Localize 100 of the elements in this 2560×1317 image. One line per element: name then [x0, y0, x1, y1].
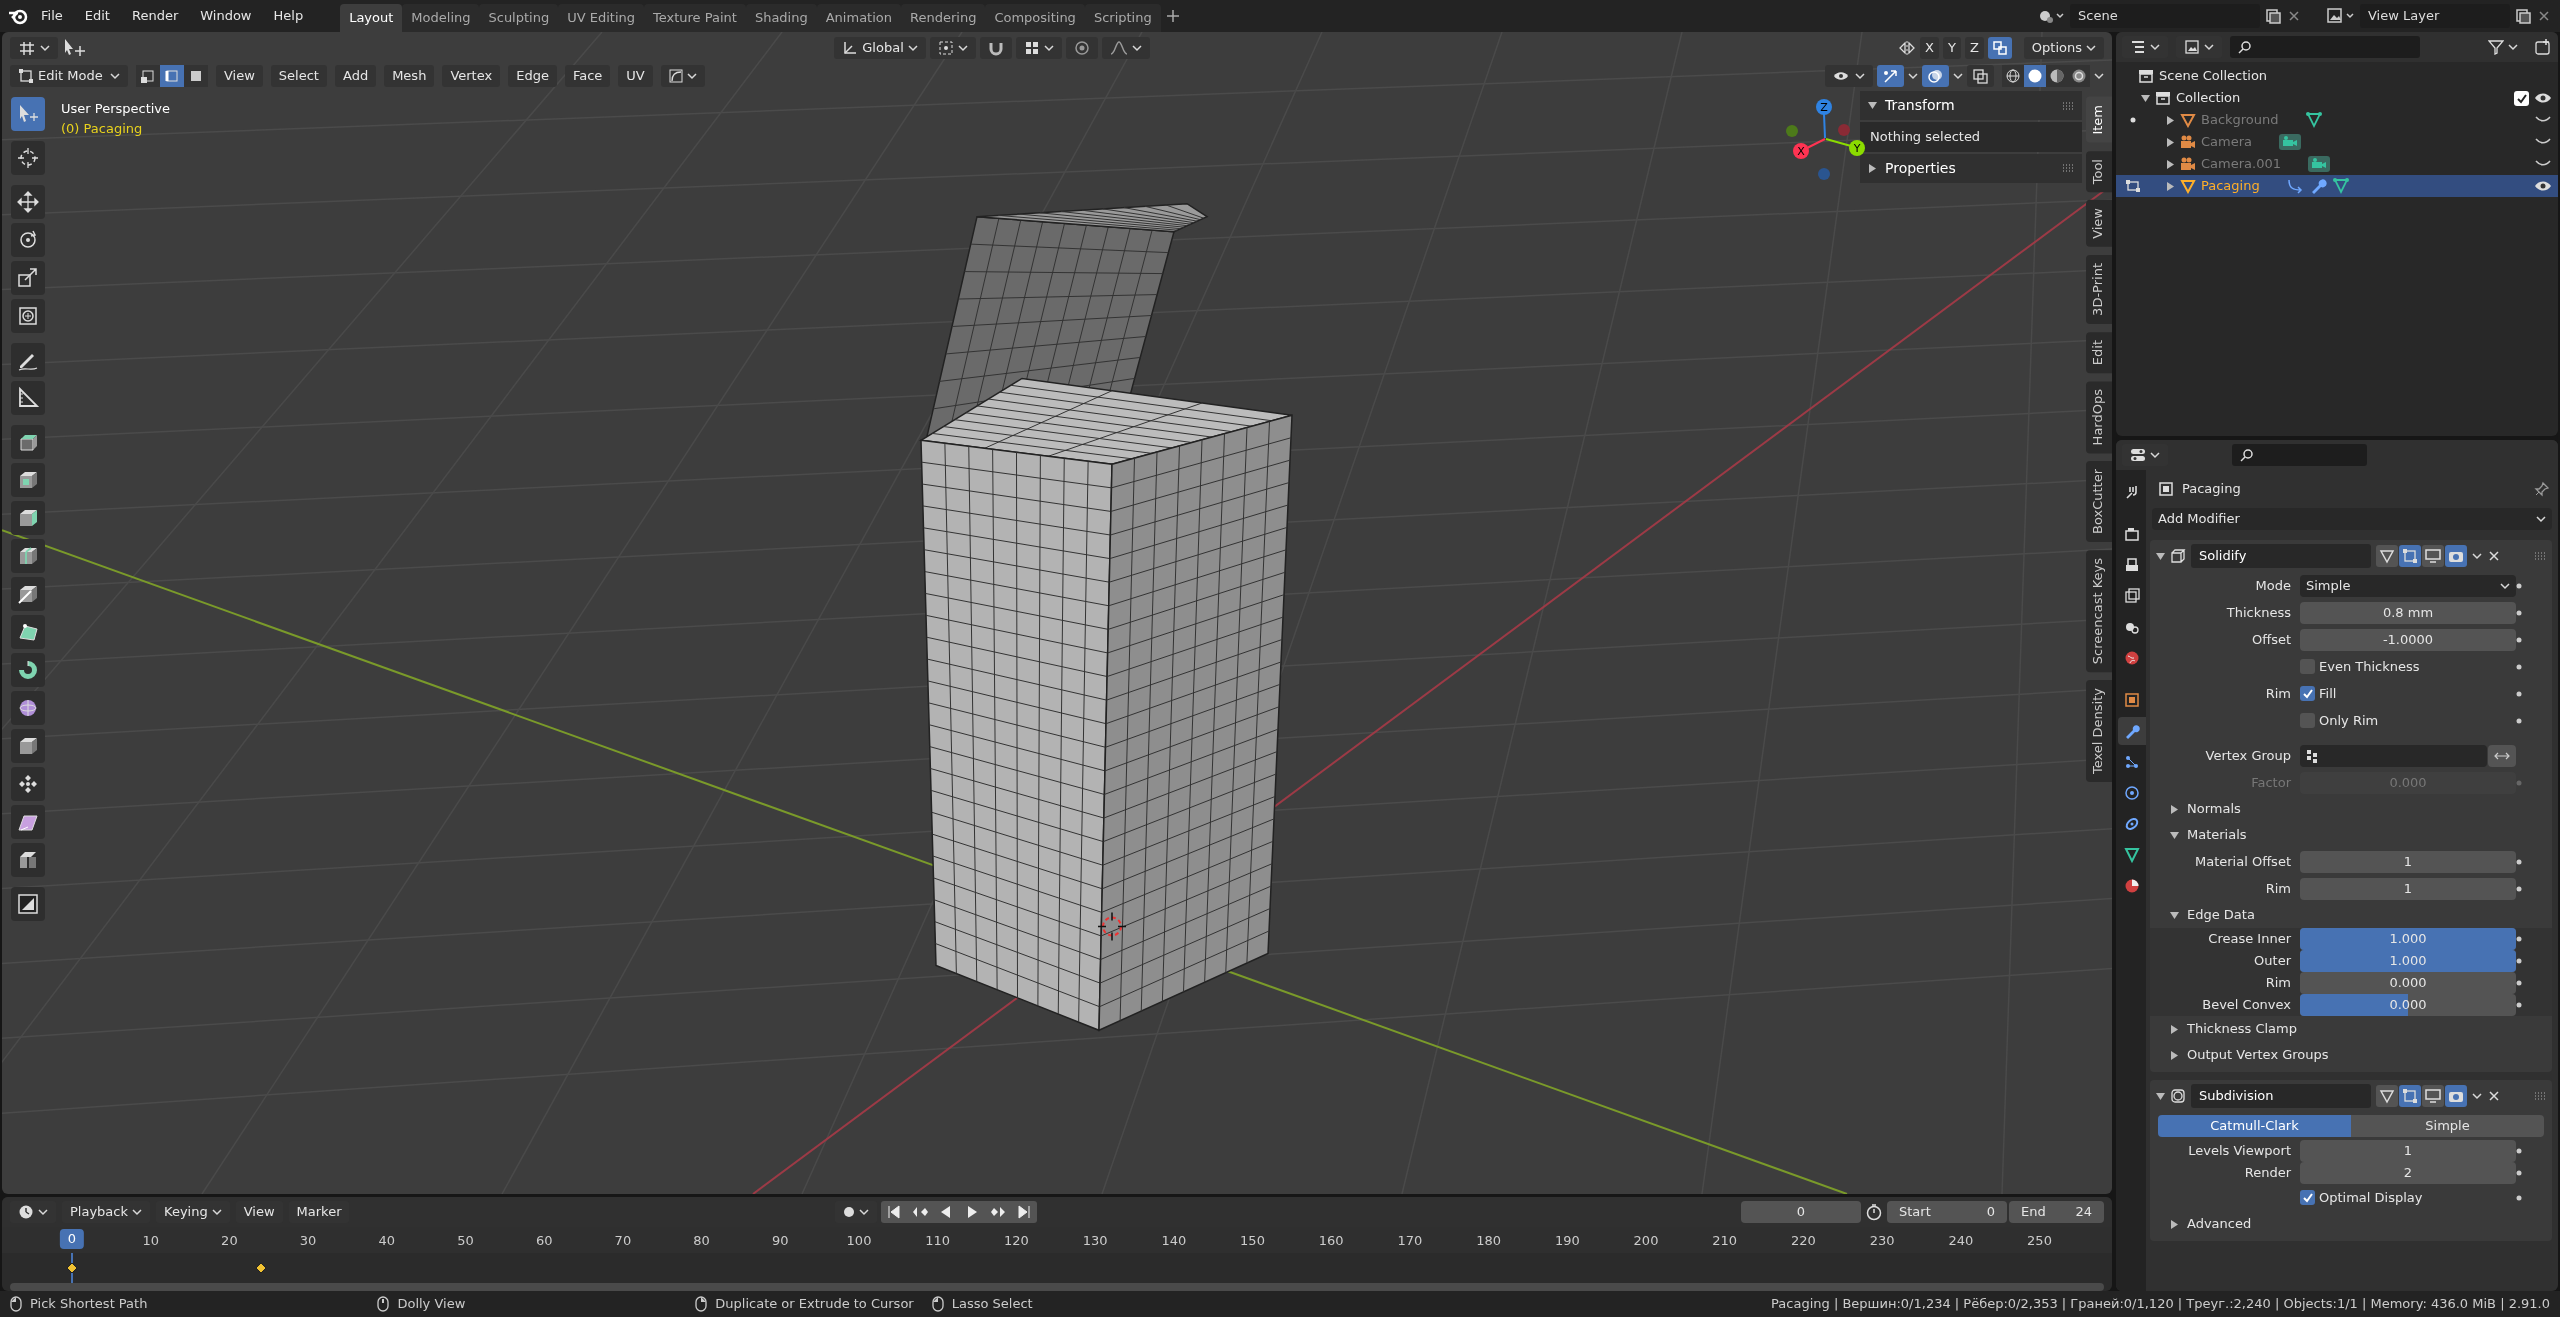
menu-item[interactable]: Help: [264, 3, 313, 29]
slider-field[interactable]: 0.000: [2300, 994, 2516, 1016]
sidebar-tab[interactable]: 3D-Print: [2086, 254, 2112, 324]
menu-item[interactable]: Add: [334, 65, 377, 87]
subpanel-header[interactable]: Thickness Clamp: [2150, 1016, 2552, 1042]
workspace-tab[interactable]: Modeling: [402, 4, 480, 32]
subpanel-header[interactable]: Materials: [2150, 822, 2552, 848]
checkbox-label[interactable]: Optimal Display: [2319, 1187, 2423, 1208]
segment-button[interactable]: Catmull-Clark: [2158, 1115, 2351, 1137]
panel-title: Transform: [1885, 96, 1955, 115]
subpanel-header[interactable]: Advanced: [2150, 1211, 2552, 1237]
segment-button[interactable]: Simple: [2351, 1115, 2544, 1137]
frame-number: 130: [1082, 1232, 1108, 1250]
frame-field[interactable]: 0: [1741, 1201, 1861, 1223]
orientation-dropdown[interactable]: Global: [834, 37, 926, 59]
menu-item[interactable]: Render: [122, 3, 188, 29]
modifier-name-field[interactable]: Subdivision: [2191, 1084, 2371, 1108]
subpanel-header[interactable]: Normals: [2150, 796, 2552, 822]
property-label: Thickness: [2225, 603, 2292, 622]
menu-item[interactable]: Mesh: [384, 65, 435, 87]
number-field[interactable]: -1.0000: [2300, 628, 2516, 651]
frame-number: 230: [1869, 1232, 1895, 1250]
panel-title: Properties: [1885, 158, 1956, 178]
menu-item[interactable]: View: [216, 65, 263, 87]
workspace-tab[interactable]: Layout: [340, 4, 403, 32]
tree-label: Collection: [2176, 89, 2241, 108]
number-field[interactable]: 1: [2300, 1140, 2516, 1162]
subpanel-header[interactable]: Output Vertex Groups: [2150, 1042, 2552, 1068]
frame-number: 90: [772, 1232, 789, 1250]
checkbox-label[interactable]: Fill: [2319, 683, 2337, 704]
axis-toggle[interactable]: Z: [1964, 37, 1984, 59]
property-label: Factor: [2250, 773, 2292, 792]
panel-text: Nothing selected: [1860, 122, 2082, 152]
axis-toggle[interactable]: X: [1920, 37, 1939, 59]
axis-handle[interactable]: Z: [1816, 99, 1832, 139]
workspace-tab[interactable]: Shading: [745, 4, 817, 32]
menu-item[interactable]: Edit: [75, 3, 119, 29]
slider-field[interactable]: 1.000: [2300, 950, 2516, 972]
workspace-tab[interactable]: Compositing: [985, 4, 1085, 32]
panel-header[interactable]: Transform: [1860, 91, 2082, 120]
sidebar-tab[interactable]: Edit: [2086, 331, 2112, 373]
frame-number: 210: [1712, 1232, 1738, 1250]
view-layer-field[interactable]: View Layer: [2360, 4, 2510, 28]
options-dropdown[interactable]: Options: [2023, 37, 2104, 59]
outliner-row[interactable]: Pacaging: [2116, 175, 2558, 197]
property-label: Mode: [2254, 576, 2292, 595]
frame-number: 190: [1554, 1232, 1580, 1250]
subpanel-header[interactable]: Edge Data: [2150, 902, 2552, 928]
number-field[interactable]: 2: [2300, 1162, 2516, 1184]
add-modifier-dropdown[interactable]: Add Modifier: [2152, 508, 2552, 530]
workspace-tab[interactable]: Scripting: [1084, 4, 1161, 32]
workspace-tab[interactable]: UV Editing: [558, 4, 644, 32]
mode-dropdown[interactable]: Simple: [2300, 574, 2516, 597]
workspace-tab[interactable]: Rendering: [901, 4, 986, 32]
menu-item[interactable]: Vertex: [442, 65, 501, 87]
menu-item[interactable]: File: [32, 3, 72, 29]
outliner-row[interactable]: Collection: [2116, 87, 2558, 109]
sidebar-tab[interactable]: Tool: [2086, 150, 2112, 192]
outliner-row[interactable]: Scene Collection: [2116, 65, 2558, 87]
workspace-tab[interactable]: Animation: [816, 4, 901, 32]
property-label: Rim: [2264, 684, 2292, 703]
sidebar-tab[interactable]: Item: [2086, 97, 2112, 143]
panel-header[interactable]: Properties: [1860, 153, 2082, 183]
status-hint: Pick Shortest Path: [30, 1295, 148, 1314]
number-field[interactable]: 1: [2300, 877, 2516, 900]
mode-dropdown[interactable]: Edit Mode: [10, 65, 128, 87]
number-field[interactable]: 0.8 mm: [2300, 601, 2516, 624]
sidebar-tab[interactable]: Texel Density: [2086, 680, 2112, 783]
start-frame-field[interactable]: Start 0: [1887, 1201, 2007, 1223]
end-frame-field[interactable]: End 24: [2009, 1201, 2104, 1223]
menu-item[interactable]: Face: [564, 65, 611, 87]
property-label: Rim: [2264, 879, 2292, 898]
subpanel-title: Normals: [2187, 800, 2241, 819]
menu-item[interactable]: UV: [618, 65, 653, 87]
view-title: User Perspective: [61, 100, 171, 118]
scene-field[interactable]: Scene: [2070, 4, 2260, 28]
modifier-name-field[interactable]: Solidify: [2191, 544, 2371, 568]
workspace-tab[interactable]: Sculpting: [479, 4, 559, 32]
slider-field[interactable]: 0.000: [2300, 972, 2516, 994]
property-label: Levels Viewport: [2187, 1142, 2292, 1161]
playhead-frame[interactable]: 0: [59, 1229, 85, 1249]
frame-number: 150: [1240, 1232, 1265, 1250]
number-field[interactable]: 1: [2300, 850, 2516, 873]
frame-number: 10: [142, 1232, 159, 1250]
menu-item[interactable]: Select: [270, 65, 327, 87]
axis-toggle[interactable]: Y: [1942, 37, 1961, 59]
subpanel-title: Advanced: [2187, 1215, 2252, 1234]
workspace-tab[interactable]: Texture Paint: [644, 4, 746, 32]
menu-item[interactable]: Edge: [508, 65, 557, 87]
checkbox-label[interactable]: Even Thickness: [2319, 656, 2420, 677]
checkbox-label[interactable]: Only Rim: [2319, 710, 2379, 731]
property-label: Rim: [2264, 974, 2292, 993]
sidebar-tab[interactable]: View: [2086, 199, 2112, 247]
slider-field[interactable]: 1.000: [2300, 928, 2516, 950]
axis-handle[interactable]: X: [1793, 138, 1826, 159]
property-label: Bevel Convex: [2201, 996, 2292, 1015]
sidebar-tab[interactable]: BoxCutter: [2086, 461, 2112, 543]
menu-item[interactable]: Window: [191, 3, 261, 29]
sidebar-tab[interactable]: HardOps: [2086, 380, 2112, 454]
sidebar-tab[interactable]: Screencast Keys: [2086, 550, 2112, 673]
